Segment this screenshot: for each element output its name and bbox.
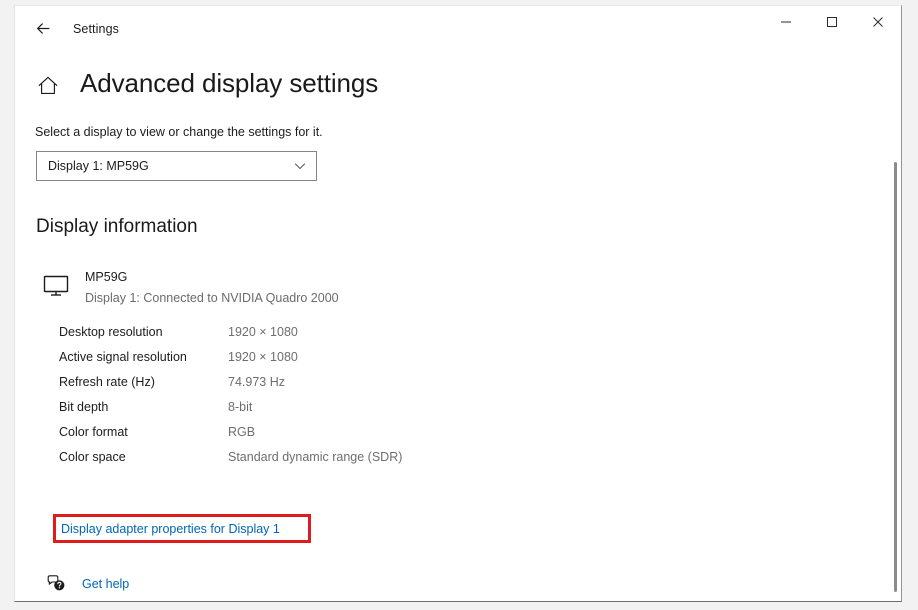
table-row: Color space Standard dynamic range (SDR) — [59, 450, 579, 475]
settings-window: Settings Advanced display settings Selec… — [14, 5, 902, 602]
table-row: Color format RGB — [59, 425, 579, 450]
back-arrow-icon — [35, 20, 52, 37]
monitor-summary: MP59G Display 1: Connected to NVIDIA Qua… — [41, 269, 339, 307]
monitor-connection: Display 1: Connected to NVIDIA Quadro 20… — [85, 291, 339, 305]
display-selector-dropdown[interactable]: Display 1: MP59G — [36, 151, 317, 181]
spec-value: RGB — [228, 425, 256, 439]
spec-label: Bit depth — [59, 400, 109, 414]
display-selector-value: Display 1: MP59G — [48, 159, 149, 173]
highlight-box: Display adapter properties for Display 1 — [53, 514, 311, 543]
spec-value: 8-bit — [228, 400, 253, 414]
close-button[interactable] — [855, 6, 901, 38]
page-title: Advanced display settings — [80, 68, 379, 98]
display-spec-table: Desktop resolution 1920 × 1080 Active si… — [59, 325, 579, 475]
table-row: Refresh rate (Hz) 74.973 Hz — [59, 375, 579, 400]
get-help-label: Get help — [82, 577, 130, 591]
monitor-name: MP59G — [85, 270, 128, 284]
spec-label: Active signal resolution — [59, 350, 187, 364]
spec-value: Standard dynamic range (SDR) — [228, 450, 403, 464]
screenshot-canvas: Settings Advanced display settings Selec… — [0, 0, 918, 610]
display-selector-label: Select a display to view or change the s… — [35, 125, 323, 139]
page-header: Advanced display settings — [35, 68, 378, 99]
spec-label: Refresh rate (Hz) — [59, 375, 155, 389]
scrollbar-thumb[interactable] — [894, 162, 897, 592]
spec-label: Color format — [59, 425, 128, 439]
minimize-button[interactable] — [763, 6, 809, 38]
spec-value: 74.973 Hz — [228, 375, 285, 389]
chevron-down-icon — [293, 152, 307, 180]
table-row: Active signal resolution 1920 × 1080 — [59, 350, 579, 375]
close-icon — [872, 16, 884, 28]
table-row: Bit depth 8-bit — [59, 400, 579, 425]
app-title: Settings — [73, 22, 119, 36]
spec-label: Color space — [59, 450, 126, 464]
home-icon[interactable] — [35, 73, 61, 99]
table-row: Desktop resolution 1920 × 1080 — [59, 325, 579, 350]
spec-label: Desktop resolution — [59, 325, 163, 339]
spec-value: 1920 × 1080 — [228, 325, 298, 339]
back-button[interactable] — [23, 13, 63, 43]
get-help-link[interactable]: Get help — [45, 573, 129, 595]
monitor-icon — [41, 271, 71, 301]
help-speech-bubble-icon — [45, 573, 67, 595]
maximize-icon — [826, 16, 838, 28]
content-area: Advanced display settings Select a displ… — [15, 50, 901, 601]
minimize-icon — [780, 16, 792, 28]
monitor-text: MP59G Display 1: Connected to NVIDIA Qua… — [85, 268, 339, 307]
vertical-scrollbar[interactable] — [887, 50, 901, 601]
spec-value: 1920 × 1080 — [228, 350, 298, 364]
title-bar: Settings — [15, 6, 901, 50]
section-title-display-information: Display information — [36, 216, 198, 237]
maximize-button[interactable] — [809, 6, 855, 38]
display-adapter-properties-link[interactable]: Display adapter properties for Display 1 — [61, 522, 280, 536]
